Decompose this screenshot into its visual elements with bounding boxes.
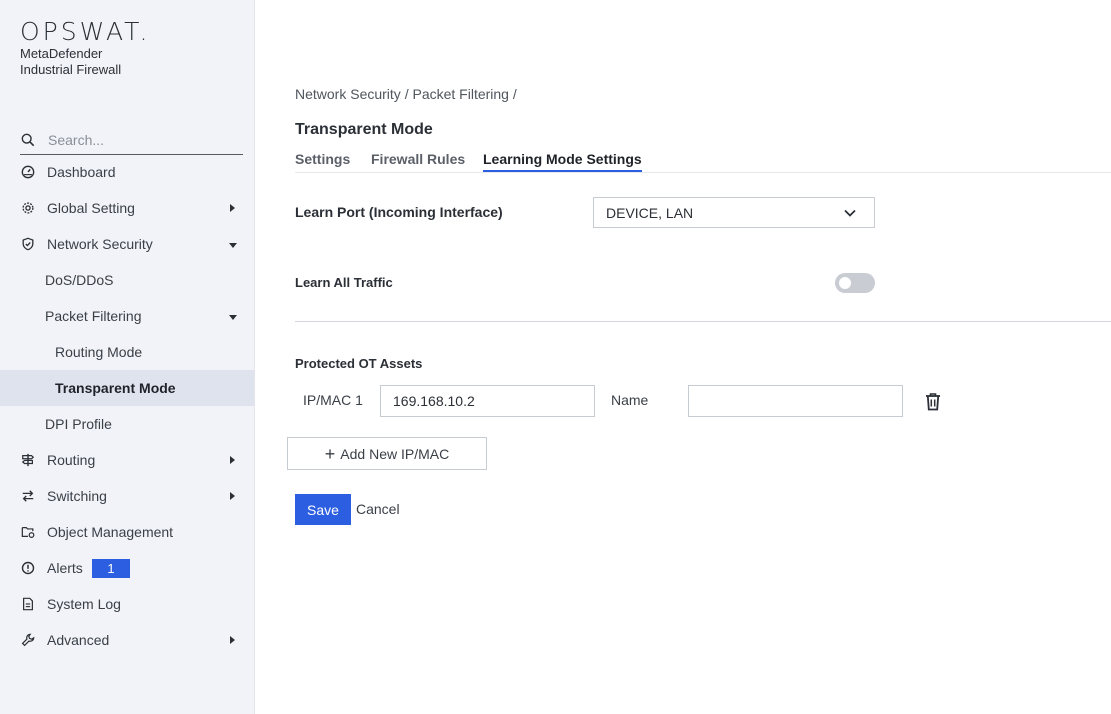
sidebar: OPSWAT. MetaDefender Industrial Firewall… [0,0,255,714]
sidebar-item-label: Network Security [47,236,153,252]
sidebar-item-label: Packet Filtering [45,308,142,324]
asset-name-label: Name [611,392,649,408]
protected-assets-heading: Protected OT Assets [295,356,423,371]
brand-logo: OPSWAT. [20,17,151,46]
plus-icon: + [324,443,336,464]
learn-port-select[interactable]: DEVICE, LAN [593,197,875,228]
search-placeholder: Search... [48,132,105,148]
sidebar-item-label: DPI Profile [45,416,112,432]
learn-port-value: DEVICE, LAN [606,204,694,221]
product-name-line2: Industrial Firewall [20,62,122,77]
product-name-line1: MetaDefender [20,46,103,61]
sidebar-item-dashboard[interactable]: Dashboard [0,154,254,190]
wrench-icon [20,632,36,648]
chevron-right-icon [230,492,235,500]
sidebar-item-object-management[interactable]: Object Management [0,514,254,550]
chevron-right-icon [230,636,235,644]
sidebar-item-dpi-profile[interactable]: DPI Profile [0,406,254,442]
chevron-down-icon [229,315,237,320]
sidebar-item-label: Routing [47,452,96,468]
learn-all-traffic-label: Learn All Traffic [295,275,393,290]
cancel-button[interactable]: Cancel [356,501,400,517]
learn-port-label: Learn Port (Incoming Interface) [295,204,503,220]
sidebar-item-system-log[interactable]: System Log [0,586,254,622]
log-file-icon [20,596,36,612]
sidebar-item-label: System Log [47,596,121,612]
search-icon [21,133,35,147]
sidebar-item-label: Routing Mode [55,344,143,360]
sidebar-item-label: Switching [47,488,107,504]
trash-icon[interactable] [924,392,942,411]
tab-firewall-rules[interactable]: Firewall Rules [371,151,465,172]
sidebar-item-label: Dashboard [47,164,116,180]
save-button[interactable]: Save [295,494,351,525]
alert-circle-icon [20,560,36,576]
tab-learning-mode-settings[interactable]: Learning Mode Settings [483,151,642,172]
sidebar-item-advanced[interactable]: Advanced [0,622,254,658]
sidebar-item-network-security[interactable]: Network Security [0,226,254,262]
chevron-right-icon [230,456,235,464]
sidebar-item-label: Advanced [47,632,110,648]
sidebar-item-dos-ddos[interactable]: DoS/DDoS [0,262,254,298]
sidebar-item-global-setting[interactable]: Global Setting [0,190,254,226]
brand: OPSWAT. MetaDefender Industrial Firewall [20,18,150,78]
chevron-down-icon [229,243,237,248]
add-ip-mac-button[interactable]: + Add New IP/MAC [287,437,487,470]
sidebar-item-routing-mode[interactable]: Routing Mode [0,334,254,370]
signpost-icon [20,452,36,468]
switch-arrows-icon [20,488,36,504]
sidebar-item-label: Object Management [47,524,174,540]
gear-icon [20,200,36,216]
chevron-right-icon [230,204,235,212]
sidebar-item-label: DoS/DDoS [45,272,114,288]
sidebar-item-switching[interactable]: Switching [0,478,254,514]
section-divider [295,321,1111,322]
add-ip-mac-label: Add New IP/MAC [340,445,450,462]
tab-bar: Settings Firewall Rules Learning Mode Se… [295,151,1111,173]
sidebar-item-label: Alerts [47,560,83,576]
shield-icon [20,236,36,252]
folder-gear-icon [20,524,36,540]
chevron-down-icon [844,209,856,217]
sidebar-item-label: Transparent Mode [55,380,176,396]
sidebar-item-routing[interactable]: Routing [0,442,254,478]
learn-all-traffic-toggle[interactable] [835,273,875,293]
search-input[interactable]: Search... [20,126,243,155]
ip-mac-label: IP/MAC 1 [303,392,363,408]
alerts-count-badge: 1 [92,559,130,578]
asset-name-input[interactable] [688,385,903,417]
sidebar-item-packet-filtering[interactable]: Packet Filtering [0,298,254,334]
sidebar-item-alerts[interactable]: Alerts 1 [0,550,254,586]
toggle-knob [839,277,851,289]
sidebar-item-transparent-mode[interactable]: Transparent Mode [0,370,254,406]
tab-settings[interactable]: Settings [295,151,350,172]
breadcrumb[interactable]: Network Security / Packet Filtering / [295,86,517,102]
sidebar-item-label: Global Setting [47,200,135,216]
ip-mac-input[interactable] [380,385,595,417]
dashboard-icon [20,164,36,180]
page-title: Transparent Mode [295,121,433,138]
